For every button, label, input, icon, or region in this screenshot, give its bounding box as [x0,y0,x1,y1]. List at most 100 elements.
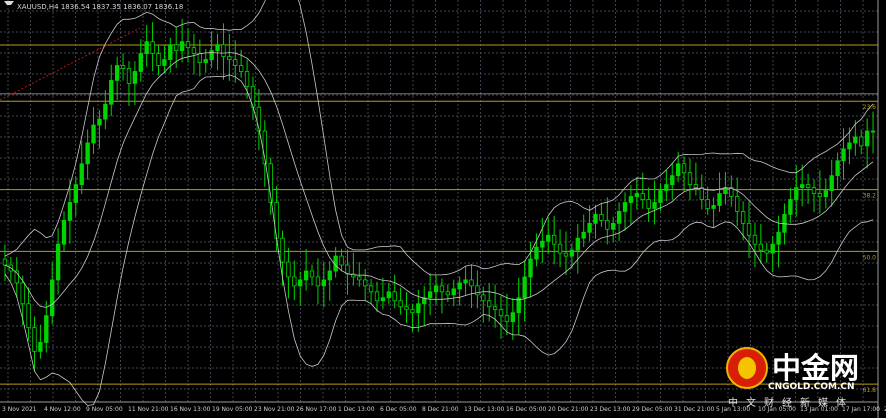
candle-body [593,213,598,224]
fib-label-38.2: 38.2 [863,193,877,200]
candle-body [522,276,527,299]
candle-body [150,41,155,54]
candle-body [427,291,433,299]
candle-body [805,184,811,189]
x-tick-label: 9 Nov 05:00 [86,406,123,413]
candle-body [215,44,220,52]
candle-body [103,103,108,120]
candle-body [91,124,96,144]
candle-body [386,291,391,299]
x-tick-label: 20 Dec 21:00 [548,406,589,413]
candle-body [298,279,303,287]
x-tick-label: 16 Nov 13:00 [170,406,211,413]
candle-body [569,249,575,257]
candle-body [439,285,445,293]
candle-body [20,282,25,305]
candle-body [835,160,840,177]
candle-body [368,285,374,293]
candle-body [209,50,214,60]
candle-body [847,142,852,150]
x-tick-label: 4 Nov 12:00 [44,406,81,413]
candle-body [292,276,297,287]
candle-body [528,258,533,278]
candle-body [829,175,834,191]
x-tick-label: 29 Dec 05:00 [632,406,673,413]
logo-inner-shape [738,357,756,379]
logo-subtitle-text: 中文财经新媒体 [728,398,854,409]
candle-body [823,190,828,197]
candle-body [628,196,634,203]
x-tick-label: 1 Dec 13:00 [338,406,375,413]
candle-body [327,270,332,281]
candle-body [303,270,309,281]
candle-body [197,53,203,63]
candle-body [492,306,498,311]
candle-body [132,71,138,84]
candle-body [481,294,486,302]
candle-body [156,53,161,66]
candle-body [38,342,43,352]
candle-body [185,41,191,49]
candle-body [841,148,846,162]
candle-body [463,279,468,284]
candle-body [605,219,610,230]
candle-body [457,282,462,290]
candle-body [764,249,769,254]
x-tick-label: 31 Dec 21:00 [674,406,715,413]
candle-body [363,279,368,287]
candle-body [374,291,380,302]
candle-body [357,276,362,281]
x-tick-label: 3 Nov 2021 [2,406,37,413]
candle-body [55,243,61,281]
candle-body [540,240,545,248]
x-tick-label: 16 Dec 05:00 [506,406,547,413]
x-tick-label: 19 Nov 05:00 [212,406,253,413]
trend-line [0,27,141,101]
candle-body [469,279,474,287]
candle-body [758,243,764,251]
candle-body [853,136,858,144]
candle-body [705,199,710,209]
candle-body [551,234,557,245]
candle-body [97,118,102,126]
candle-body [599,213,604,221]
candle-body [658,190,663,203]
candle-body [675,163,681,177]
candle-body [309,270,315,278]
x-tick-label: 23 Dec 13:00 [590,406,631,413]
candle-body [144,41,149,54]
candle-body [244,71,250,87]
x-tick-label: 13 Dec 13:00 [464,406,505,413]
chart-area[interactable]: 23.6 38.2 50.0 61.8 3 Nov 2021 4 Nov 12:00 9 N… [0,0,886,418]
candle-body [752,234,758,245]
candle-body [410,309,415,314]
candle-body [870,130,876,133]
candle-body [581,231,586,239]
candle-body [864,130,870,147]
candle-body [634,193,640,197]
candle-body [120,65,126,69]
candle-body [50,279,55,317]
candle-body [221,44,226,57]
gold-coin-logo-icon [726,347,768,389]
candle-body [788,199,793,215]
candle-body [416,303,421,314]
candle-body [162,59,167,66]
candle-body [587,222,592,233]
chart-header: XAUUSD,H4 1836.54 1837.35 1836.07 1836.1… [4,1,183,11]
candle-body [109,80,114,105]
candle-body [611,222,616,230]
candle-body [433,285,439,293]
candle-body [681,163,687,174]
candle-body [315,276,321,287]
candle-body [622,202,628,212]
candle-body [534,246,539,260]
x-tick-label: 23 Nov 21:00 [254,406,295,413]
candle-body [670,175,675,186]
candle-body [280,237,285,263]
candle-body [179,41,185,52]
candle-body [445,291,451,296]
candle-body [498,309,504,317]
candle-body [735,196,740,212]
candle-body [652,202,657,209]
